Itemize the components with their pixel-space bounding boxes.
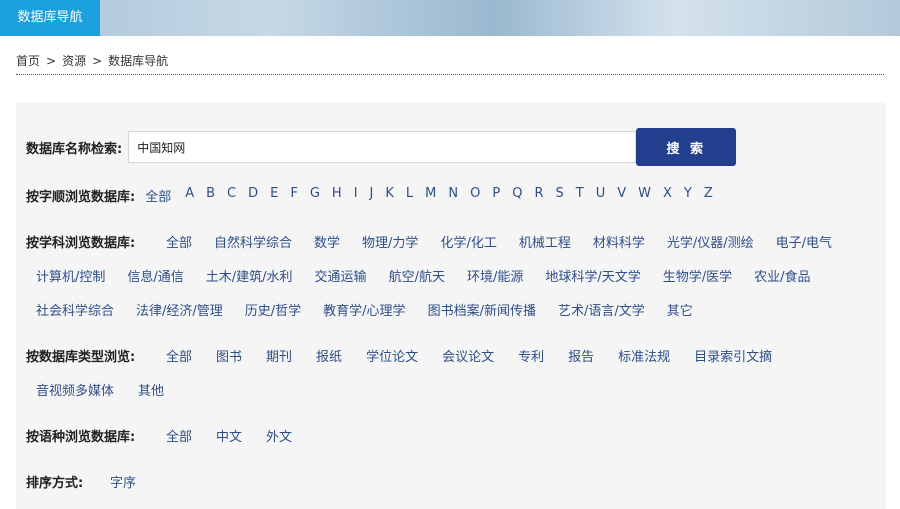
- subject-link[interactable]: 图书档案/新闻传播: [428, 300, 536, 319]
- subject-link[interactable]: 艺术/语言/文学: [558, 300, 645, 319]
- subject-row: 按学科浏览数据库:: [26, 232, 135, 251]
- dbtype-link[interactable]: 目录索引文摘: [694, 346, 772, 365]
- alpha-link-all[interactable]: 全部: [145, 186, 171, 205]
- language-link[interactable]: 中文: [216, 426, 242, 445]
- alpha-link-j[interactable]: J: [370, 186, 374, 205]
- dbtype-link[interactable]: 音视频多媒体: [36, 380, 114, 399]
- alpha-link-e[interactable]: E: [270, 186, 278, 205]
- breadcrumb-current: 数据库导航: [108, 54, 169, 68]
- language-link[interactable]: 外文: [266, 426, 292, 445]
- subject-label: 按学科浏览数据库:: [26, 236, 136, 251]
- dbtype-label: 按数据库类型浏览:: [26, 350, 136, 365]
- alpha-link-i[interactable]: I: [354, 186, 358, 205]
- subject-link[interactable]: 地球科学/天文学: [545, 266, 640, 285]
- alpha-label: 按字顺浏览数据库:: [26, 190, 136, 205]
- alpha-link-w[interactable]: W: [638, 186, 651, 205]
- subject-link[interactable]: 电子/电气: [776, 232, 832, 251]
- alpha-link-g[interactable]: G: [310, 186, 320, 205]
- alpha-link-z[interactable]: Z: [704, 186, 713, 205]
- dbtype-link[interactable]: 期刊: [266, 346, 292, 365]
- subject-link[interactable]: 材料科学: [593, 232, 645, 251]
- alpha-link-p[interactable]: P: [492, 186, 500, 205]
- subject-link[interactable]: 全部: [166, 232, 192, 251]
- alpha-link-s[interactable]: S: [555, 186, 563, 205]
- subject-link[interactable]: 历史/哲学: [245, 300, 301, 319]
- dbtype-link[interactable]: 专利: [518, 346, 544, 365]
- subject-link[interactable]: 数学: [314, 232, 340, 251]
- alpha-link-k[interactable]: K: [385, 186, 394, 205]
- subject-link[interactable]: 化学/化工: [440, 232, 496, 251]
- top-banner: 数据库导航: [0, 0, 900, 36]
- breadcrumb: 首页 > 资源 > 数据库导航: [16, 52, 884, 75]
- dbtype-link[interactable]: 学位论文: [366, 346, 418, 365]
- search-label: 数据库名称检索:: [26, 141, 123, 157]
- alpha-link-u[interactable]: U: [596, 186, 606, 205]
- subject-link[interactable]: 社会科学综合: [36, 300, 114, 319]
- sort-link[interactable]: 字序: [110, 472, 136, 491]
- subject-link[interactable]: 环境/能源: [467, 266, 523, 285]
- alpha-link-y[interactable]: Y: [684, 186, 692, 205]
- database-navigation-panel: 数据库名称检索: 搜 索 按字顺浏览数据库: 全部 ABCDEFGHIJKLMNO…: [16, 102, 886, 509]
- banner-tab[interactable]: 数据库导航: [0, 0, 100, 36]
- subject-link[interactable]: 信息/通信: [127, 266, 183, 285]
- alpha-link-h[interactable]: H: [332, 186, 342, 205]
- subject-link[interactable]: 法律/经济/管理: [136, 300, 223, 319]
- sort-row: 排序方式:: [26, 472, 83, 491]
- breadcrumb-resources[interactable]: 资源: [62, 52, 86, 70]
- dbtype-link[interactable]: 报告: [568, 346, 594, 365]
- search-button[interactable]: 搜 索: [636, 128, 737, 166]
- subject-link[interactable]: 自然科学综合: [214, 232, 292, 251]
- dbtype-link[interactable]: 其他: [138, 380, 164, 399]
- dbtype-link[interactable]: 报纸: [316, 346, 342, 365]
- sort-label: 排序方式:: [26, 476, 84, 491]
- subject-link[interactable]: 生物学/医学: [663, 266, 732, 285]
- language-row: 按语种浏览数据库:: [26, 426, 135, 445]
- dbtype-row: 按数据库类型浏览:: [26, 346, 135, 365]
- dbtype-link[interactable]: 会议论文: [442, 346, 494, 365]
- alpha-link-a[interactable]: A: [185, 186, 194, 205]
- subject-link[interactable]: 光学/仪器/测绘: [667, 232, 754, 251]
- search-row: 数据库名称检索: 搜 索: [26, 128, 737, 166]
- subject-link[interactable]: 农业/食品: [754, 266, 810, 285]
- subject-link[interactable]: 航空/航天: [389, 266, 445, 285]
- alpha-link-o[interactable]: O: [470, 186, 480, 205]
- alpha-link-v[interactable]: V: [617, 186, 626, 205]
- dbtype-link[interactable]: 标准法规: [618, 346, 670, 365]
- alpha-link-c[interactable]: C: [227, 186, 236, 205]
- alpha-link-r[interactable]: R: [534, 186, 543, 205]
- subject-link[interactable]: 交通运输: [315, 266, 367, 285]
- dbtype-link[interactable]: 全部: [166, 346, 192, 365]
- alpha-link-m[interactable]: M: [425, 186, 436, 205]
- alpha-link-q[interactable]: Q: [512, 186, 522, 205]
- alpha-link-f[interactable]: F: [290, 186, 297, 205]
- language-link[interactable]: 全部: [166, 426, 192, 445]
- subject-link[interactable]: 物理/力学: [362, 232, 418, 251]
- subject-link[interactable]: 计算机/控制: [36, 266, 105, 285]
- breadcrumb-home[interactable]: 首页: [16, 52, 40, 70]
- breadcrumb-separator: >: [46, 54, 57, 68]
- language-label: 按语种浏览数据库:: [26, 430, 136, 445]
- alpha-link-b[interactable]: B: [206, 186, 215, 205]
- subject-link[interactable]: 其它: [667, 300, 693, 319]
- alpha-row: 按字顺浏览数据库: 全部 A B C D E F G H I J K L M N O P Q R S T U V W X Y Z: [26, 186, 725, 205]
- alpha-link-n[interactable]: N: [448, 186, 458, 205]
- alpha-link-l[interactable]: L: [406, 186, 413, 205]
- alpha-link-d[interactable]: D: [248, 186, 258, 205]
- alpha-links: 全部 A B C D E F G H I J K L M N O P Q R S T U V W X Y Z: [145, 186, 725, 205]
- dbtype-link[interactable]: 图书: [216, 346, 242, 365]
- alpha-link-t[interactable]: T: [576, 186, 584, 205]
- alpha-link-x[interactable]: X: [663, 186, 672, 205]
- subject-link[interactable]: 教育学/心理学: [323, 300, 405, 319]
- breadcrumb-separator: >: [92, 54, 103, 68]
- subject-link[interactable]: 土木/建筑/水利: [206, 266, 293, 285]
- subject-link[interactable]: 机械工程: [519, 232, 571, 251]
- search-input[interactable]: [128, 131, 637, 163]
